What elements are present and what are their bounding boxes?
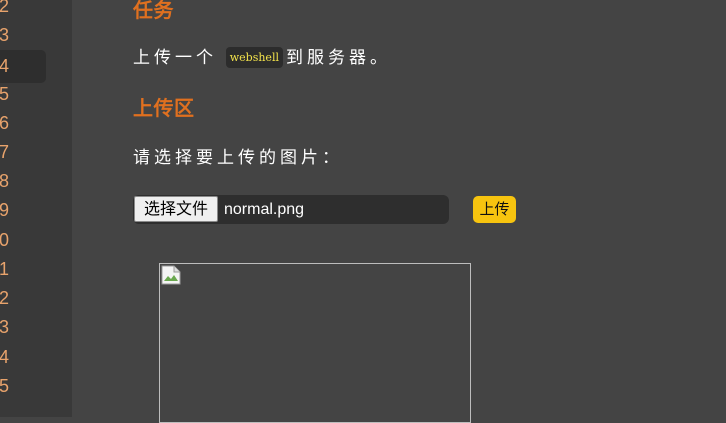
line-number: 5 <box>0 80 46 109</box>
image-preview <box>159 263 471 423</box>
line-number-gutter: 2 3 4 5 6 7 8 9 0 1 2 3 4 5 <box>0 0 72 417</box>
upload-button[interactable]: 上传 <box>473 196 516 223</box>
line-number: 9 <box>0 196 46 225</box>
line-number: 7 <box>0 138 46 167</box>
task-heading: 任务 <box>133 0 174 23</box>
task-text-after: 到服务器。 <box>286 48 391 67</box>
line-number: 0 <box>0 226 46 255</box>
line-number: 2 <box>0 0 46 21</box>
line-number: 2 <box>0 284 46 313</box>
file-input[interactable]: 选择文件 normal.png <box>133 195 449 224</box>
line-number-active: 4 <box>0 50 46 83</box>
task-text-before: 上传一个 <box>133 48 217 67</box>
choose-file-button[interactable]: 选择文件 <box>134 196 218 222</box>
upload-prompt: 请选择要上传的图片： <box>133 143 343 168</box>
selected-file-name: normal.png <box>224 195 304 224</box>
upload-area-heading: 上传区 <box>133 92 195 121</box>
line-number: 6 <box>0 109 46 138</box>
line-number: 4 <box>0 343 46 372</box>
task-description: 上传一个 webshell到服务器。 <box>133 43 391 68</box>
line-number: 3 <box>0 313 46 342</box>
line-number: 8 <box>0 167 46 196</box>
broken-image-icon <box>161 265 181 285</box>
main-content: 任务 上传一个 webshell到服务器。 上传区 请选择要上传的图片： 选择文… <box>133 0 726 417</box>
line-number: 5 <box>0 372 46 401</box>
line-number: 3 <box>0 21 46 50</box>
line-number: 1 <box>0 255 46 284</box>
code-snippet: webshell <box>226 47 283 68</box>
